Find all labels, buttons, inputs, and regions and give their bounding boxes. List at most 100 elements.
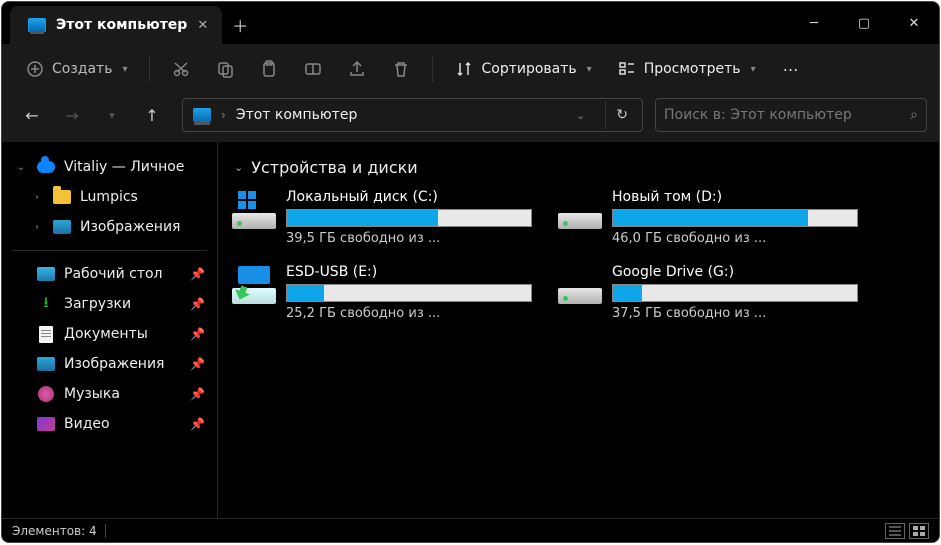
item-count: Элементов: 4 [12, 524, 97, 538]
copy-icon [216, 60, 234, 78]
sidebar-personal[interactable]: ⌄ Vitaliy — Личное [8, 152, 211, 182]
paste-button[interactable] [250, 52, 288, 86]
separator [105, 524, 106, 538]
address-bar[interactable]: › Этот компьютер ⌄ ↻ [182, 98, 643, 132]
main-panel: ⌄ Устройства и диски Локальный диск (C:)… [218, 142, 939, 518]
up-button[interactable]: ↑ [134, 97, 170, 133]
pin-icon[interactable]: 📌 [190, 417, 205, 431]
sort-label: Сортировать [481, 61, 576, 77]
drive-name: Локальный диск (C:) [286, 189, 532, 205]
forward-button[interactable]: → [54, 97, 90, 133]
drive-icon [558, 266, 602, 306]
cut-button[interactable] [162, 52, 200, 86]
tab-label: Этот компьютер [56, 17, 187, 33]
sidebar-item-lumpics[interactable]: › Lumpics [8, 182, 211, 212]
usb-drive-icon [232, 266, 276, 306]
desktop-icon [36, 265, 56, 283]
delete-button[interactable] [382, 52, 420, 86]
drive-free: 46,0 ГБ свободно из ... [612, 231, 858, 246]
explorer-window: Этот компьютер ✕ ＋ ─ ▢ ✕ Создать ▾ Сорти… [1, 1, 940, 543]
view-button[interactable]: Просмотреть ▾ [608, 54, 766, 84]
sidebar-video[interactable]: Видео 📌 [8, 409, 211, 439]
close-button[interactable]: ✕ [889, 2, 939, 44]
share-button[interactable] [338, 52, 376, 86]
pin-icon[interactable]: 📌 [190, 297, 205, 311]
more-button[interactable]: ⋯ [772, 52, 810, 86]
view-toggles [885, 523, 929, 539]
chevron-right-icon: › [221, 108, 226, 122]
clipboard-icon [260, 60, 278, 78]
tab-this-pc[interactable]: Этот компьютер ✕ [10, 6, 222, 44]
trash-icon [392, 60, 410, 78]
chevron-down-icon: ▾ [122, 64, 127, 75]
video-icon [36, 415, 56, 433]
drive-icon [558, 191, 602, 231]
this-pc-icon [193, 108, 211, 122]
minimize-button[interactable]: ─ [789, 2, 839, 44]
create-button[interactable]: Создать ▾ [16, 54, 137, 84]
content-area: ⌄ Vitaliy — Личное › Lumpics › Изображен… [2, 142, 939, 518]
nav-row: ← → ▾ ↑ › Этот компьютер ⌄ ↻ ⌕ [2, 94, 939, 142]
drive-name: ESD-USB (E:) [286, 264, 532, 280]
separator [149, 56, 150, 82]
recent-button[interactable]: ▾ [94, 97, 130, 133]
drive-free: 25,2 ГБ свободно из ... [286, 306, 532, 321]
drive-c[interactable]: Локальный диск (C:) 39,5 ГБ свободно из … [232, 189, 532, 246]
refresh-button[interactable]: ↻ [605, 101, 638, 129]
titlebar: Этот компьютер ✕ ＋ ─ ▢ ✕ [2, 2, 939, 44]
search-input[interactable] [664, 107, 910, 123]
pin-icon[interactable]: 📌 [190, 387, 205, 401]
tab-close-icon[interactable]: ✕ [197, 18, 208, 33]
sidebar-label: Видео [64, 416, 110, 432]
capacity-bar [286, 284, 532, 302]
drive-free: 39,5 ГБ свободно из ... [286, 231, 532, 246]
create-label: Создать [52, 61, 112, 77]
drive-e[interactable]: ESD-USB (E:) 25,2 ГБ свободно из ... [232, 264, 532, 321]
sidebar-label: Изображения [80, 219, 180, 235]
drive-free: 37,5 ГБ свободно из ... [612, 306, 858, 321]
status-bar: Элементов: 4 [2, 518, 939, 542]
pin-icon[interactable]: 📌 [190, 357, 205, 371]
sidebar-desktop[interactable]: Рабочий стол 📌 [8, 259, 211, 289]
plus-circle-icon [26, 60, 44, 78]
capacity-bar [612, 284, 858, 302]
list-icon [889, 526, 901, 536]
sidebar-documents[interactable]: Документы 📌 [8, 319, 211, 349]
drive-d[interactable]: Новый том (D:) 46,0 ГБ свободно из ... [558, 189, 858, 246]
details-view-button[interactable] [885, 523, 905, 539]
sort-icon [455, 60, 473, 78]
drive-g[interactable]: Google Drive (G:) 37,5 ГБ свободно из ..… [558, 264, 858, 321]
sidebar-label: Документы [64, 326, 148, 342]
sort-button[interactable]: Сортировать ▾ [445, 54, 601, 84]
chevron-right-icon[interactable]: › [30, 192, 44, 203]
sidebar-pictures[interactable]: Изображения 📌 [8, 349, 211, 379]
group-header[interactable]: ⌄ Устройства и диски [232, 154, 925, 189]
pin-icon[interactable]: 📌 [190, 267, 205, 281]
address-dropdown[interactable]: ⌄ [566, 103, 595, 128]
download-icon: ⭳ [36, 295, 56, 313]
back-button[interactable]: ← [14, 97, 50, 133]
drive-name: Google Drive (G:) [612, 264, 858, 280]
new-tab-button[interactable]: ＋ [222, 6, 258, 44]
sidebar-music[interactable]: Музыка 📌 [8, 379, 211, 409]
search-box[interactable]: ⌕ [655, 98, 927, 132]
maximize-button[interactable]: ▢ [839, 2, 889, 44]
chevron-down-icon[interactable]: ⌄ [234, 161, 243, 174]
document-icon [36, 325, 56, 343]
chevron-down-icon[interactable]: ⌄ [14, 162, 28, 173]
search-icon[interactable]: ⌕ [910, 107, 918, 123]
address-label: Этот компьютер [236, 107, 358, 123]
sidebar-item-images[interactable]: › Изображения [8, 212, 211, 242]
chevron-down-icon: ▾ [587, 64, 592, 75]
rename-button[interactable] [294, 52, 332, 86]
chevron-right-icon[interactable]: › [30, 222, 44, 233]
pictures-icon [52, 218, 72, 236]
capacity-bar [286, 209, 532, 227]
tiles-view-button[interactable] [909, 523, 929, 539]
drive-name: Новый том (D:) [612, 189, 858, 205]
sidebar-downloads[interactable]: ⭳ Загрузки 📌 [8, 289, 211, 319]
copy-button[interactable] [206, 52, 244, 86]
pin-icon[interactable]: 📌 [190, 327, 205, 341]
sidebar: ⌄ Vitaliy — Личное › Lumpics › Изображен… [2, 142, 218, 518]
sidebar-label: Музыка [64, 386, 120, 402]
